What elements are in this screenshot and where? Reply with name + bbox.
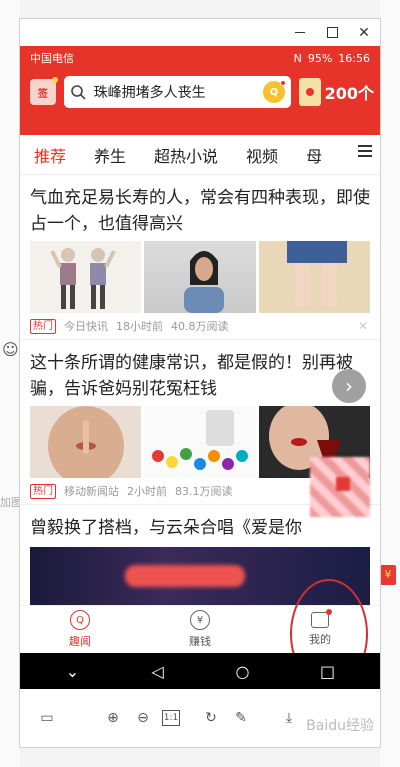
red-packet-count[interactable]: 200个	[325, 80, 374, 104]
nfc-icon: N	[293, 51, 302, 65]
nav-label: 我的	[309, 633, 331, 646]
article-reads: 83.1万阅读	[175, 485, 233, 498]
hot-tag: 热门	[30, 483, 56, 499]
tab-video[interactable]: 视频	[246, 143, 278, 167]
rotate-icon[interactable]: ↻	[200, 707, 222, 729]
article-source: 移动新闻站	[64, 485, 119, 498]
search-box[interactable]: Q	[63, 76, 291, 108]
zoom-out-icon[interactable]: ⊖	[132, 707, 154, 729]
article-title[interactable]: 这十条所谓的健康常识，都是假的！别再被骗，告诉爸妈别花冤枉钱	[30, 350, 370, 402]
coin-icon[interactable]: Q	[262, 80, 286, 103]
list-item[interactable]: 曾毅换了搭档，与云朵合唱《爱是你	[20, 457, 380, 605]
category-tabs: 推荐 养生 超热小说 视频 母	[20, 135, 380, 175]
red-packet-icon[interactable]	[298, 78, 321, 106]
next-arrow-icon[interactable]: ›	[332, 369, 366, 403]
carrier-label: 中国电信	[30, 52, 74, 65]
article-images	[30, 241, 370, 313]
background-right-panel	[380, 0, 400, 767]
chevron-down-icon[interactable]: ⌄	[61, 659, 85, 683]
back-icon[interactable]: ◁	[146, 659, 170, 683]
tab-mother[interactable]: 母	[306, 143, 322, 167]
emulator-window: ✕ 中国电信 N 95% 16:56 签 Q	[19, 18, 381, 748]
actual-size-icon[interactable]: 1:1	[162, 710, 180, 726]
search-icon	[70, 85, 86, 100]
article-time: 18小时前	[116, 320, 163, 333]
article-reads: 40.8万阅读	[171, 320, 229, 333]
yuan-coin-icon: ¥	[190, 610, 210, 630]
nav-label: 赚钱	[189, 635, 211, 648]
nav-item-mine[interactable]: 我的	[260, 606, 380, 653]
tab-health[interactable]: 养生	[94, 143, 126, 167]
news-feed: 气血充足易长寿的人，常会有四种表现，即使占一个，也值得高兴 热门 今日快讯 18…	[20, 175, 380, 605]
menu-icon[interactable]	[358, 145, 372, 159]
article-source: 今日快讯	[64, 320, 108, 333]
article-image	[30, 406, 142, 478]
article-image	[144, 406, 256, 478]
emoji-icon: ☺	[2, 340, 19, 359]
article-image	[30, 241, 142, 313]
article-title[interactable]: 曾毅换了搭档，与云朵合唱《爱是你	[30, 515, 370, 541]
system-nav-bar: ⌄ ◁ ○ □	[20, 653, 380, 689]
battery-level: 95%	[307, 51, 333, 65]
tab-recommend[interactable]: 推荐	[34, 143, 66, 167]
article-image	[144, 241, 256, 313]
article-meta: 热门 今日快讯 18小时前 40.8万阅读 ✕	[30, 313, 370, 339]
nav-item-fun-news[interactable]: Q 趣闻	[20, 606, 140, 653]
checkin-dot-icon	[51, 77, 58, 83]
edit-icon[interactable]: ✎	[230, 707, 252, 729]
fun-news-icon: Q	[70, 610, 90, 630]
viewer-toolbar: ▭ ⊕ ⊖ 1:1 ↻ ✎ ⤓ Baidu经验	[20, 689, 380, 747]
app-bottom-nav: Q 趣闻 ¥ 赚钱 我的	[20, 605, 380, 653]
hot-tag: 热门	[30, 318, 56, 334]
yuan-badge-icon: ¥	[380, 565, 396, 585]
nav-label: 趣闻	[69, 635, 91, 648]
app-header: 中国电信 N 95% 16:56 签 Q	[20, 46, 380, 135]
tab-novels[interactable]: 超热小说	[154, 143, 218, 167]
zoom-in-icon[interactable]: ⊕	[102, 707, 124, 729]
minimize-icon[interactable]	[284, 19, 316, 46]
home-icon[interactable]: ○	[231, 659, 255, 683]
coin-dot-icon	[279, 80, 286, 86]
checkin-button[interactable]: 签	[30, 77, 58, 105]
status-right: N 95% 16:56	[294, 52, 370, 65]
watermark: Baidu经验	[306, 718, 374, 734]
recents-icon[interactable]: □	[316, 659, 340, 683]
article-image	[258, 241, 370, 313]
article-video-thumbnail[interactable]	[30, 547, 370, 605]
layout-icon[interactable]: ▭	[36, 707, 58, 729]
background-left-panel	[0, 0, 20, 767]
search-input[interactable]	[93, 84, 263, 100]
list-item[interactable]: 气血充足易长寿的人，常会有四种表现，即使占一个，也值得高兴 热门 今日快讯 18…	[20, 175, 380, 340]
checkin-label: 签	[37, 88, 48, 100]
status-bar: 中国电信 N 95% 16:56	[20, 46, 380, 70]
maximize-icon[interactable]	[316, 19, 348, 46]
dismiss-icon[interactable]: ✕	[358, 319, 368, 333]
clock: 16:56	[338, 51, 370, 65]
article-time: 2小时前	[127, 485, 167, 498]
coin-label: Q	[269, 86, 279, 98]
window-titlebar: ✕	[20, 19, 380, 46]
close-icon[interactable]: ✕	[348, 19, 380, 46]
article-title[interactable]: 气血充足易长寿的人，常会有四种表现，即使占一个，也值得高兴	[30, 185, 370, 237]
nav-item-earn[interactable]: ¥ 赚钱	[140, 606, 260, 653]
floating-redpacket-icon[interactable]	[310, 457, 370, 517]
wallet-icon	[311, 609, 332, 628]
download-icon[interactable]: ⤓	[278, 707, 300, 729]
search-row: 签 Q 200个	[20, 70, 380, 110]
